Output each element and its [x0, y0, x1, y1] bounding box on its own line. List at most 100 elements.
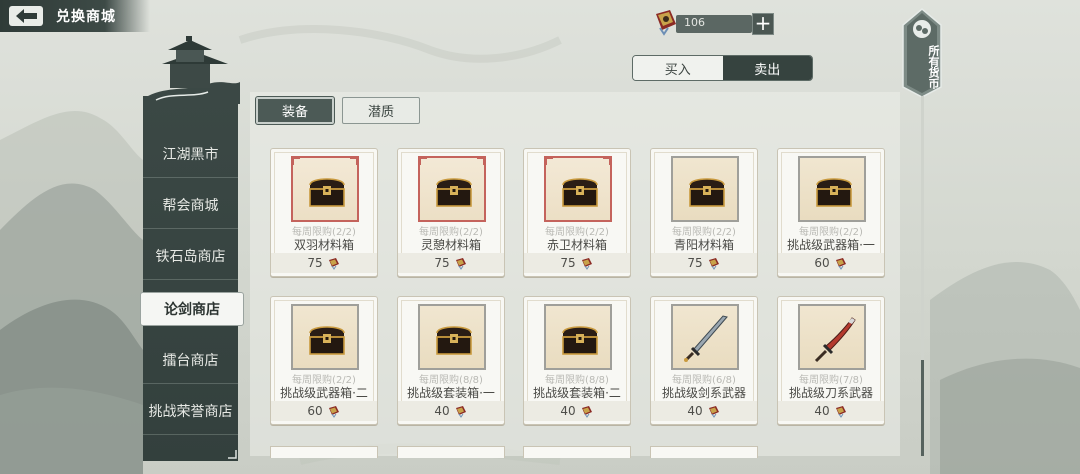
item-price: 40 — [814, 404, 830, 418]
item-card[interactable]: 每周限购(7/8) 挑战级刀系武器 40 — [777, 296, 885, 425]
item-name: 挑战级剑系武器 — [661, 386, 746, 400]
sell-tab[interactable]: 卖出 — [722, 56, 812, 80]
corner-decoration — [292, 157, 300, 165]
add-currency-button[interactable]: + — [752, 13, 774, 35]
card-partial — [397, 446, 505, 458]
item-card[interactable]: 每周限购(2/2) 赤卫材料箱 75 — [523, 148, 631, 277]
item-name: 青阳材料箱 — [673, 238, 734, 252]
item-name: 灵憩材料箱 — [420, 238, 481, 252]
item-price: 40 — [434, 404, 450, 418]
token-bag-icon — [708, 406, 719, 418]
scroll-thumb[interactable] — [921, 360, 924, 456]
corner-decoration — [603, 157, 611, 165]
sidebar-item-jianghu-black-market[interactable]: 江湖黑市 — [143, 130, 238, 178]
arrow-left-icon — [9, 6, 43, 26]
back-button[interactable] — [2, 2, 50, 30]
item-price: 75 — [434, 256, 450, 270]
tab-equipment[interactable]: 装备 — [255, 96, 335, 125]
item-card[interactable]: 每周限购(2/2) 双羽材料箱 75 — [270, 148, 378, 277]
item-thumbnail — [544, 304, 612, 370]
all-currency-label: 所有货币 — [927, 45, 940, 89]
sidebar-item-lunjian-shop[interactable]: 论剑商店 — [140, 292, 244, 326]
token-bag-icon — [656, 10, 676, 36]
token-bag-icon — [328, 406, 339, 418]
corner-decoration — [477, 157, 485, 165]
token-bag-icon — [455, 258, 466, 270]
item-card[interactable]: 每周限购(8/8) 挑战级套装箱·二 40 — [523, 296, 631, 425]
item-price: 60 — [814, 256, 830, 270]
price-row: 75 — [524, 253, 630, 273]
price-row: 75 — [398, 253, 504, 273]
token-bag-icon — [581, 258, 592, 270]
price-row: 40 — [778, 401, 884, 421]
item-name: 挑战级武器箱·二 — [280, 386, 368, 400]
item-price: 75 — [687, 256, 703, 270]
item-card[interactable]: 每周限购(2/2) 灵憩材料箱 75 — [397, 148, 505, 277]
all-currency-button[interactable]: 所有货币 — [899, 7, 945, 99]
saber-icon — [814, 317, 856, 363]
sidebar-item-challenge-honor-shop[interactable]: 挑战荣誉商店 — [143, 387, 238, 435]
chest-icon — [816, 178, 852, 207]
token-bag-icon — [328, 258, 339, 270]
item-thumbnail — [291, 304, 359, 370]
header-bar: 兑换商城 — [0, 0, 150, 32]
item-card[interactable]: 每周限购(2/2) 挑战级武器箱·二 60 — [270, 296, 378, 425]
price-row: 75 — [651, 253, 757, 273]
corner-decoration — [419, 157, 427, 165]
chest-icon — [309, 326, 345, 355]
item-card[interactable]: 每周限购(6/8) 挑战级剑系武器 40 — [650, 296, 758, 425]
item-price: 75 — [560, 256, 576, 270]
item-thumbnail — [418, 304, 486, 370]
currency-display: 106 + — [650, 10, 774, 36]
card-partial — [523, 446, 631, 458]
corner-decoration — [350, 157, 358, 165]
item-name: 挑战级套装箱·一 — [407, 386, 495, 400]
buy-tab[interactable]: 买入 — [633, 56, 723, 80]
item-thumbnail — [671, 304, 739, 370]
token-bag-icon — [455, 406, 466, 418]
item-price: 40 — [687, 404, 703, 418]
item-thumbnail — [798, 156, 866, 222]
chest-icon — [562, 178, 598, 207]
corner-ornament-icon — [228, 450, 237, 459]
chest-icon — [436, 178, 472, 207]
currency-amount: 106 — [684, 16, 705, 29]
price-row: 40 — [524, 401, 630, 421]
chest-icon — [436, 326, 472, 355]
tab-potential[interactable]: 潜质 — [342, 97, 420, 124]
item-card[interactable]: 每周限购(2/2) 挑战级武器箱·一 60 — [777, 148, 885, 277]
item-price: 60 — [307, 404, 323, 418]
item-name: 双羽材料箱 — [293, 238, 354, 252]
item-name: 挑战级刀系武器 — [788, 386, 873, 400]
price-row: 60 — [778, 253, 884, 273]
item-thumbnail — [291, 156, 359, 222]
card-partial — [650, 446, 758, 458]
item-thumbnail — [418, 156, 486, 222]
price-row: 75 — [271, 253, 377, 273]
price-row: 40 — [398, 401, 504, 421]
corner-decoration — [545, 157, 553, 165]
item-thumbnail — [544, 156, 612, 222]
sidebar-item-arena-shop[interactable]: 擂台商店 — [143, 336, 238, 384]
item-card[interactable]: 每周限购(8/8) 挑战级套装箱·一 40 — [397, 296, 505, 425]
sword-icon — [684, 315, 728, 362]
price-row: 60 — [271, 401, 377, 421]
item-thumbnail — [671, 156, 739, 222]
token-bag-icon — [835, 258, 846, 270]
item-name: 挑战级套装箱·二 — [533, 386, 621, 400]
sidebar-item-guild-shop[interactable]: 帮会商城 — [143, 181, 238, 229]
price-row: 40 — [651, 401, 757, 421]
item-price: 75 — [307, 256, 323, 270]
chest-icon — [309, 178, 345, 207]
buy-sell-toggle: 买入 卖出 — [632, 55, 813, 81]
item-card[interactable]: 每周限购(2/2) 青阳材料箱 75 — [650, 148, 758, 277]
item-price: 40 — [560, 404, 576, 418]
chest-icon — [689, 178, 725, 207]
chest-icon — [562, 326, 598, 355]
page-title: 兑换商城 — [56, 9, 116, 25]
token-bag-icon — [581, 406, 592, 418]
card-partial — [270, 446, 378, 458]
item-thumbnail — [798, 304, 866, 370]
sidebar-item-iron-island-shop[interactable]: 铁石岛商店 — [143, 232, 238, 280]
token-bag-icon — [835, 406, 846, 418]
